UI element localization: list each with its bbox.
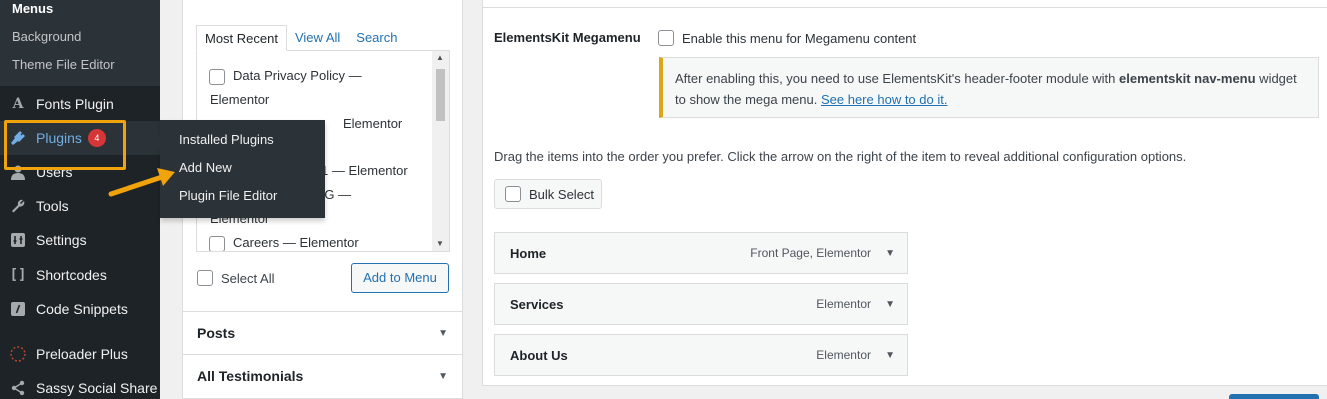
bulk-select-label: Bulk Select <box>529 186 595 202</box>
expand-arrow-icon[interactable]: ▼ <box>885 299 895 310</box>
code-icon <box>0 301 36 317</box>
tab-most-recent[interactable]: Most Recent <box>196 25 287 51</box>
submenu-theme-file-editor[interactable]: Theme File Editor <box>12 57 115 72</box>
menu-item-title: About Us <box>510 347 568 363</box>
annotation-arrow-icon <box>108 168 175 197</box>
bulk-select-button[interactable]: Bulk Select <box>494 179 602 209</box>
divider <box>483 0 1327 8</box>
list-item[interactable]: Careers — Elementor <box>209 231 359 251</box>
posts-section-toggle[interactable]: Posts ▼ <box>183 311 462 354</box>
tab-search[interactable]: Search <box>348 25 405 51</box>
fonts-icon: A <box>12 96 24 112</box>
chevron-down-icon: ▼ <box>438 327 448 339</box>
list-item[interactable]: Data Privacy Policy — <box>209 64 362 88</box>
sidebar-item-preloader-plus[interactable]: Preloader Plus <box>0 337 160 371</box>
spinner-icon <box>0 345 36 363</box>
drag-instructions: Drag the items into the order you prefer… <box>494 149 1187 164</box>
pages-tabs: Most Recent View All Search <box>196 25 405 51</box>
sidebar-item-fonts-plugin[interactable]: A Fonts Plugin <box>0 87 160 121</box>
list-item-partial: 1 — Elementor <box>321 163 408 178</box>
menu-item-home[interactable]: Home Front Page, Elementor ▼ <box>494 232 908 274</box>
submenu-menus[interactable]: Menus <box>12 1 53 16</box>
megamenu-toggle[interactable]: Enable this menu for Megamenu content <box>658 30 916 46</box>
select-all-label: Select All <box>221 270 275 286</box>
scroll-down-icon[interactable]: ▼ <box>436 239 444 248</box>
megamenu-checkbox[interactable] <box>658 30 674 46</box>
sidebar-item-label: Tools <box>36 198 69 214</box>
sidebar-item-label: Settings <box>36 232 87 248</box>
expand-arrow-icon[interactable]: ▼ <box>885 350 895 361</box>
sidebar-item-code-snippets[interactable]: Code Snippets <box>0 292 160 326</box>
select-all[interactable]: Select All <box>197 270 274 286</box>
list-item-partial: Elementor <box>343 116 403 131</box>
submenu-background[interactable]: Background <box>12 29 81 44</box>
sidebar-item-label: Preloader Plus <box>36 346 128 362</box>
menu-item-type: Front Page, Elementor <box>750 246 871 260</box>
sidebar-item-sassy-social-share[interactable]: Sassy Social Share <box>0 371 160 399</box>
chevron-down-icon: ▼ <box>438 370 448 382</box>
flyout-installed-plugins[interactable]: Installed Plugins <box>160 126 325 154</box>
menu-item-about-us[interactable]: About Us Elementor ▼ <box>494 334 908 376</box>
menu-item-services[interactable]: Services Elementor ▼ <box>494 283 908 325</box>
add-to-menu-button[interactable]: Add to Menu <box>351 263 449 293</box>
checkbox[interactable] <box>209 68 225 85</box>
scrollbar-thumb[interactable] <box>436 69 445 121</box>
settings-icon <box>0 232 36 248</box>
scroll-up-icon[interactable]: ▲ <box>436 53 444 62</box>
how-to-link[interactable]: See here how to do it. <box>821 92 947 107</box>
select-all-checkbox[interactable] <box>197 270 213 286</box>
sidebar-item-label: Code Snippets <box>36 301 128 317</box>
section-title: Posts <box>197 325 236 341</box>
expand-arrow-icon[interactable]: ▼ <box>885 248 895 259</box>
sidebar-item-shortcodes[interactable]: [] Shortcodes <box>0 258 160 292</box>
sidebar-item-label: Sassy Social Share <box>36 380 158 396</box>
menu-item-title: Services <box>510 296 564 312</box>
menu-item-type: Elementor <box>816 297 871 311</box>
section-title: All Testimonials <box>197 368 304 384</box>
sidebar-item-label: Shortcodes <box>36 267 107 283</box>
megamenu-label: ElementsKit Megamenu <box>494 30 641 45</box>
bulk-select-checkbox[interactable] <box>505 186 521 202</box>
share-icon <box>0 380 36 396</box>
menu-item-title: Home <box>510 245 547 261</box>
menu-structure-panel: ElementsKit Megamenu Enable this menu fo… <box>482 0 1327 386</box>
wrench-icon <box>0 198 36 214</box>
megamenu-notice: After enabling this, you need to use Ele… <box>659 57 1319 118</box>
brackets-icon: [] <box>9 267 27 283</box>
sidebar-item-label: Fonts Plugin <box>36 96 114 112</box>
scrollbar[interactable]: ▲ ▼ <box>432 51 449 251</box>
tab-view-all[interactable]: View All <box>287 25 348 51</box>
testimonials-section-toggle[interactable]: All Testimonials ▼ <box>183 354 462 397</box>
sidebar-item-settings[interactable]: Settings <box>0 223 160 257</box>
megamenu-checkbox-label: Enable this menu for Megamenu content <box>682 30 917 46</box>
list-item-continued: Elementor <box>210 92 270 107</box>
menu-item-type: Elementor <box>816 348 871 362</box>
save-menu-button[interactable] <box>1229 394 1319 399</box>
checkbox[interactable] <box>209 235 225 251</box>
